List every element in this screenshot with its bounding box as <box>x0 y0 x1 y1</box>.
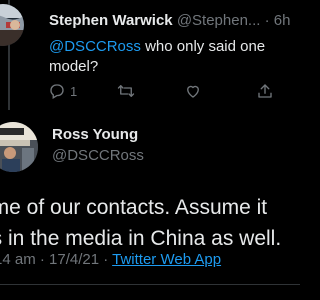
ross-young-avatar[interactable] <box>0 122 38 172</box>
main-author-handle[interactable]: @DSCCRoss <box>52 147 144 165</box>
reply-button[interactable]: 1 <box>48 80 77 102</box>
avatar-image <box>0 4 24 46</box>
mention-link[interactable]: @DSCCRoss <box>49 38 141 55</box>
like-button[interactable] <box>184 80 202 102</box>
reply-tweet-header: Stephen Warwick @Stephen... · 6h <box>49 12 290 30</box>
header-separator: · <box>264 12 270 29</box>
retweet-icon <box>116 82 136 100</box>
reply-author-name[interactable]: Stephen Warwick <box>49 12 173 29</box>
tweet-metadata: 14 am · 17/4/21 · Twitter Web App <box>0 251 221 269</box>
main-text-line: ome of our contacts. Assume it <box>0 196 268 219</box>
reply-count: 1 <box>70 83 78 99</box>
reply-icon <box>48 82 66 100</box>
tweet-thread-screen: Stephen Warwick @Stephen... · 6h @DSCCRo… <box>0 0 300 300</box>
reply-author-handle[interactable]: @Stephen... <box>177 12 261 29</box>
divider <box>0 284 300 285</box>
reply-tweet-text: @DSCCRoss who only said one model? <box>49 37 299 77</box>
main-text-line: as in the media in China as well. <box>0 227 282 250</box>
tweet-action-bar: 1 <box>46 80 286 102</box>
main-tweet-text: ome of our contacts. Assume it as in the… <box>0 192 300 254</box>
tweet-timestamp[interactable]: 14 am · 17/4/21 · <box>0 251 112 268</box>
share-button[interactable] <box>256 80 274 102</box>
like-icon <box>184 82 202 100</box>
source-app-link[interactable]: Twitter Web App <box>112 251 221 268</box>
reply-timestamp[interactable]: 6h <box>274 12 291 29</box>
retweet-button[interactable] <box>116 80 136 102</box>
main-author-name[interactable]: Ross Young <box>52 126 138 144</box>
stephen-warwick-avatar[interactable] <box>0 4 24 46</box>
avatar-image <box>0 122 38 172</box>
share-icon <box>256 82 274 100</box>
